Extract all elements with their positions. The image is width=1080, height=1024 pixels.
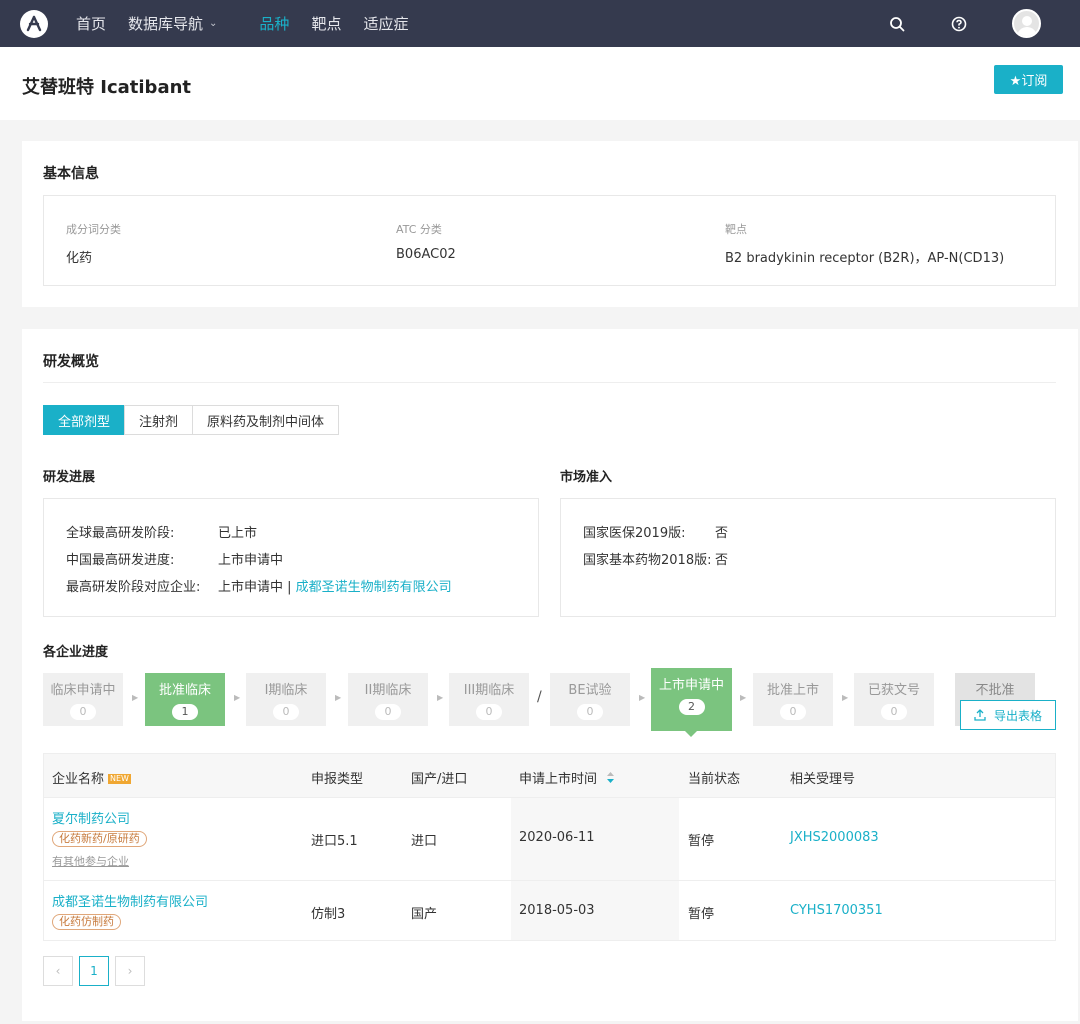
stage-clinical-approved[interactable]: 批准临床 1 [145, 673, 225, 726]
date-cell: 2020-06-11 [519, 830, 595, 845]
help-icon[interactable] [950, 15, 968, 33]
type-cell: 仿制3 [311, 907, 346, 922]
company-link[interactable]: 成都圣诺生物制药有限公司 [296, 576, 452, 595]
stage-arrow-icon: ▶ [132, 693, 139, 702]
company-table: 企业名称 NEW 申报类型 国产/进口 申请上市时间 当前状态 相关受理号 夏尔制… [43, 753, 1056, 941]
logo-icon [26, 15, 42, 31]
stage-arrow-icon: ▶ [842, 693, 849, 702]
company-name-link[interactable]: 成都圣诺生物制药有限公司 [52, 891, 208, 910]
export-icon [974, 709, 986, 721]
nav-item-database[interactable]: 数据库导航 ⌄ [128, 13, 217, 34]
pagination: ‹ 1 › [43, 956, 151, 986]
progress-row-china: 中国最高研发进度: 上市申请中 [66, 553, 284, 568]
th-company: 企业名称 NEW [52, 772, 131, 787]
drug-type-tag: 化药新药/原研药 [52, 831, 147, 847]
market-access-title: 市场准入 [560, 470, 613, 485]
selected-stage-pointer [685, 731, 697, 737]
stage-phase-3[interactable]: III期临床 0 [449, 673, 529, 726]
status-cell: 暂停 [688, 834, 715, 849]
next-page-button[interactable]: › [115, 956, 145, 986]
company-cell: 成都圣诺生物制药有限公司 化药仿制药 [52, 891, 208, 930]
stage-phase-2[interactable]: II期临床 0 [348, 673, 428, 726]
market-access-box: 国家医保2019版: 否 国家基本药物2018版: 否 [560, 498, 1056, 617]
nav-item-variety[interactable]: 品种 [259, 13, 289, 34]
th-type: 申报类型 [311, 772, 364, 787]
table-header: 企业名称 NEW 申报类型 国产/进口 申请上市时间 当前状态 相关受理号 [44, 754, 1055, 797]
status-cell: 暂停 [688, 907, 715, 922]
stage-market-approved[interactable]: 批准上市 0 [753, 673, 833, 726]
stage-phase-1[interactable]: I期临床 0 [246, 673, 326, 726]
stage-approval-number[interactable]: 已获文号 0 [854, 673, 934, 726]
other-companies-link[interactable]: 有其他参与企业 [52, 853, 147, 869]
dev-progress-box: 全球最高研发阶段: 已上市 中国最高研发进度: 上市申请中 最高研发阶段对应企业… [43, 498, 539, 617]
date-cell: 2018-05-03 [519, 903, 595, 918]
new-badge: NEW [108, 774, 131, 784]
th-status: 当前状态 [688, 772, 741, 787]
top-nav: 首页 数据库导航 ⌄ 品种 靶点 适应症 [0, 0, 1080, 47]
table-row: 夏尔制药公司 化药新药/原研药 有其他参与企业 进口5.1 进口 2020-06… [44, 797, 1055, 880]
basic-info-box: 成分词分类 化药 ATC 分类 B06AC02 靶点 B2 bradykinin… [43, 195, 1056, 286]
stage-market-application[interactable]: 上市申请中 2 [651, 668, 732, 731]
export-table-button[interactable]: 导出表格 [960, 700, 1056, 730]
accept-no-link[interactable]: CYHS1700351 [790, 903, 883, 918]
stage-arrow-icon: ▶ [740, 693, 747, 702]
user-avatar[interactable] [1012, 9, 1041, 38]
tab-all-dosage[interactable]: 全部剂型 [43, 405, 126, 435]
stage-arrow-icon: ▶ [335, 693, 342, 702]
search-icon[interactable] [888, 15, 906, 33]
nav-item-indication[interactable]: 适应症 [363, 13, 408, 34]
stage-arrow-icon: ▶ [234, 693, 241, 702]
company-progress-title: 各企业进度 [43, 645, 109, 660]
th-origin: 国产/进口 [411, 772, 468, 787]
th-accept-no: 相关受理号 [790, 772, 856, 787]
stage-arrow-icon: ▶ [639, 693, 646, 702]
table-row: 成都圣诺生物制药有限公司 化药仿制药 仿制3 国产 2018-05-03 暂停 … [44, 880, 1055, 940]
basic-info-title: 基本信息 [43, 166, 99, 182]
progress-row-global: 全球最高研发阶段: 已上市 [66, 526, 258, 541]
info-field-category: 成分词分类 化药 [66, 223, 121, 266]
basic-info-card: 基本信息 成分词分类 化药 ATC 分类 B06AC02 靶点 B2 brady… [22, 141, 1078, 307]
origin-cell: 进口 [411, 834, 438, 849]
page-1-button[interactable]: 1 [79, 956, 109, 986]
prev-page-button[interactable]: ‹ [43, 956, 73, 986]
th-date[interactable]: 申请上市时间 [519, 768, 615, 787]
tab-injection[interactable]: 注射剂 [124, 405, 194, 435]
app-logo[interactable] [20, 9, 48, 38]
market-row-insurance: 国家医保2019版: 否 [583, 526, 729, 541]
stage-clinical-application[interactable]: 临床申请中 0 [43, 673, 123, 726]
drug-type-tag: 化药仿制药 [52, 914, 121, 930]
type-cell: 进口5.1 [311, 834, 358, 849]
nav-item-home[interactable]: 首页 [76, 13, 106, 34]
stage-separator: / [537, 689, 542, 705]
stage-arrow-icon: ▶ [437, 693, 444, 702]
dev-overview-title: 研发概览 [43, 354, 99, 370]
company-name-link[interactable]: 夏尔制药公司 [52, 808, 147, 827]
info-field-atc: ATC 分类 B06AC02 [396, 223, 456, 262]
nav-item-target[interactable]: 靶点 [311, 13, 341, 34]
divider [43, 382, 1056, 383]
stage-be-trial[interactable]: BE试验 0 [550, 673, 630, 726]
subscribe-button[interactable]: ★订阅 [994, 65, 1063, 94]
tab-api-intermediate[interactable]: 原料药及制剂中间体 [192, 405, 340, 435]
accept-no-link[interactable]: JXHS2000083 [790, 830, 879, 845]
market-row-essential: 国家基本药物2018版: 否 [583, 553, 729, 568]
progress-row-company: 最高研发阶段对应企业: 上市申请中 | 成都圣诺生物制药有限公司 [66, 576, 452, 595]
page-title: 艾替班特 Icatibant [22, 77, 192, 98]
dev-overview-card: 研发概览 全部剂型 注射剂 原料药及制剂中间体 研发进展 全球最高研发阶段: 已… [22, 329, 1078, 1021]
dosage-tabs: 全部剂型 注射剂 原料药及制剂中间体 [43, 405, 340, 435]
title-bar: 艾替班特 Icatibant ★订阅 [0, 47, 1080, 120]
origin-cell: 国产 [411, 907, 438, 922]
company-cell: 夏尔制药公司 化药新药/原研药 有其他参与企业 [52, 808, 147, 869]
info-field-target: 靶点 B2 bradykinin receptor (B2R)，AP-N(CD1… [725, 223, 1005, 266]
chevron-down-icon: ⌄ [209, 18, 218, 29]
dev-progress-title: 研发进展 [43, 470, 96, 485]
sort-icon[interactable] [607, 772, 615, 783]
